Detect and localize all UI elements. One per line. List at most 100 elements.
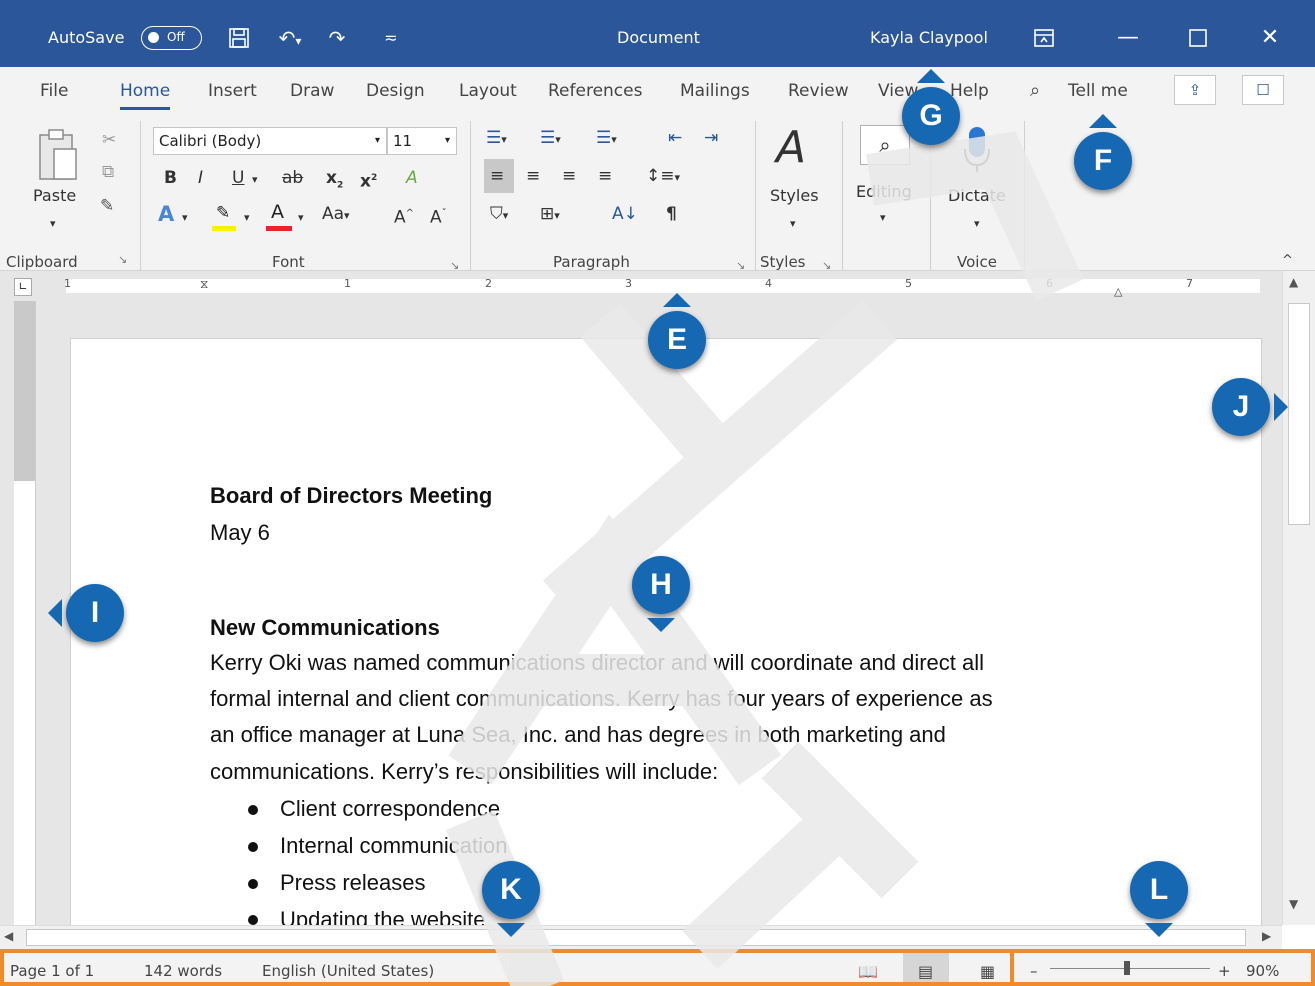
zoom-in-icon[interactable]: + (1218, 962, 1231, 980)
multilevel-list-icon[interactable]: ☰▾ (596, 127, 617, 151)
text-effects-dropdown-icon[interactable]: ▾ (182, 207, 188, 229)
redo-icon[interactable]: ↷ (322, 24, 352, 52)
scroll-right-icon[interactable]: ▶ (1262, 929, 1271, 943)
subscript-icon[interactable]: x2 (326, 167, 343, 196)
dictate-dropdown-icon[interactable]: ▾ (974, 213, 980, 235)
font-color-icon[interactable]: A (266, 201, 292, 231)
scroll-up-icon[interactable]: ▲ (1289, 275, 1298, 289)
doc-paragraph-line[interactable]: an office manager at Luna Sea, Inc. and … (210, 722, 946, 748)
doc-bullet-item[interactable]: Client correspondence (280, 796, 500, 822)
increase-indent-icon[interactable]: ⇥ (704, 127, 718, 149)
comments-icon[interactable]: ☐ (1242, 75, 1284, 105)
microphone-icon[interactable] (962, 125, 992, 175)
autosave-toggle[interactable]: Off (141, 26, 202, 50)
find-icon[interactable]: ⌕ (860, 125, 910, 165)
zoom-slider-thumb[interactable] (1124, 961, 1130, 975)
doc-bullet-item[interactable]: Internal communication (280, 833, 507, 859)
indent-marker-icon[interactable]: ⧖ (200, 277, 208, 292)
tab-references[interactable]: References (548, 80, 642, 102)
tab-insert[interactable]: Insert (208, 80, 257, 102)
word-count[interactable]: 142 words (144, 962, 222, 980)
vertical-ruler[interactable] (14, 301, 36, 925)
font-color-dropdown-icon[interactable]: ▾ (298, 207, 304, 229)
doc-paragraph-line[interactable]: Kerry Oki was named communications direc… (210, 650, 984, 676)
clipboard-dialog-launcher-icon[interactable]: ↘ (118, 253, 127, 266)
tab-help[interactable]: Help (950, 80, 989, 102)
font-size-box[interactable]: 11 ▾ (387, 127, 457, 155)
align-center-icon[interactable]: ≡ (526, 165, 540, 187)
borders-icon[interactable]: ⊞▾ (540, 203, 560, 227)
paste-label[interactable]: Paste (33, 185, 76, 207)
doc-date[interactable]: May 6 (210, 520, 270, 546)
editing-dropdown-icon[interactable]: ▾ (880, 207, 886, 229)
close-icon[interactable]: ✕ (1246, 20, 1294, 56)
tab-home[interactable]: Home (120, 80, 171, 110)
styles-label[interactable]: Styles (770, 185, 819, 207)
italic-icon[interactable]: I (198, 167, 203, 189)
strikethrough-icon[interactable]: ab (282, 167, 303, 189)
ribbon-display-icon[interactable] (1020, 20, 1068, 56)
search-icon[interactable]: ⌕ (1030, 80, 1040, 102)
customize-toolbar-icon[interactable]: ≂ (376, 24, 406, 52)
tell-me-box[interactable]: Tell me (1068, 80, 1128, 102)
horizontal-ruler[interactable]: ∟ 1 1 2 3 4 5 6 7 ⧖ △ (0, 271, 1315, 301)
scroll-down-icon[interactable]: ▼ (1289, 897, 1298, 911)
language[interactable]: English (United States) (262, 962, 434, 980)
decrease-indent-icon[interactable]: ⇤ (668, 127, 682, 149)
bold-icon[interactable]: B (164, 167, 177, 189)
right-indent-marker-icon[interactable]: △ (1114, 285, 1122, 298)
zoom-slider-track[interactable] (1050, 968, 1210, 969)
zoom-out-icon[interactable]: – (1030, 962, 1038, 980)
show-formatting-icon[interactable]: ¶ (666, 203, 677, 225)
clear-formatting-icon[interactable]: A (406, 167, 418, 189)
copy-icon[interactable]: ⧉ (102, 161, 114, 183)
text-effects-icon[interactable]: A (158, 203, 174, 225)
scroll-thumb[interactable] (1288, 303, 1310, 525)
grow-font-icon[interactable]: A^ (394, 203, 414, 229)
cut-icon[interactable]: ✂ (102, 129, 116, 151)
tab-mailings[interactable]: Mailings (680, 80, 750, 102)
chevron-down-icon[interactable]: ▾ (445, 128, 450, 154)
numbering-icon[interactable]: ☰▾ (540, 127, 561, 151)
align-right-icon[interactable]: ≡ (562, 165, 576, 187)
align-left-icon[interactable]: ≡ (490, 165, 504, 187)
collapse-ribbon-icon[interactable]: ^ (1282, 253, 1293, 268)
tab-review[interactable]: Review (788, 80, 849, 102)
user-name[interactable]: Kayla Claypool (870, 28, 988, 48)
paste-icon[interactable] (36, 127, 80, 183)
underline-dropdown-icon[interactable]: ▾ (252, 169, 258, 191)
font-name-box[interactable]: Calibri (Body) ▾ (153, 127, 387, 155)
scroll-thumb-horizontal[interactable] (26, 929, 1246, 946)
superscript-icon[interactable]: x2 (360, 167, 377, 193)
doc-paragraph-line[interactable]: communications. Kerry’s responsibilities… (210, 759, 718, 785)
editing-label[interactable]: Editing (856, 181, 912, 203)
highlight-icon[interactable]: ✎ (212, 203, 238, 231)
maximize-icon[interactable] (1174, 20, 1222, 56)
highlight-dropdown-icon[interactable]: ▾ (244, 207, 250, 229)
minimize-icon[interactable]: — (1104, 20, 1152, 56)
share-icon[interactable]: ⇪ (1174, 75, 1216, 105)
save-icon[interactable] (224, 24, 254, 52)
line-spacing-icon[interactable]: ↕≡▾ (646, 165, 680, 189)
bullets-icon[interactable]: ☰▾ (486, 127, 507, 151)
horizontal-scrollbar[interactable]: ◀ ▶ (0, 925, 1282, 949)
page-count[interactable]: Page 1 of 1 (10, 962, 94, 980)
change-case-icon[interactable]: Aa▾ (322, 203, 350, 227)
shading-icon[interactable]: ⛉▾ (490, 203, 508, 227)
tab-design[interactable]: Design (366, 80, 425, 102)
paste-dropdown-icon[interactable]: ▾ (50, 213, 56, 235)
format-painter-icon[interactable]: ✎ (100, 195, 114, 217)
read-mode-icon[interactable]: 📖 (858, 962, 878, 981)
doc-bullet-item[interactable]: Press releases (280, 870, 426, 896)
shrink-font-icon[interactable]: Aˇ (430, 203, 447, 229)
sort-icon[interactable]: A↓ (612, 203, 638, 225)
tab-draw[interactable]: Draw (290, 80, 334, 102)
undo-icon[interactable]: ↶▾ (268, 24, 312, 52)
vertical-scrollbar[interactable]: ▲ ▼ (1282, 271, 1315, 925)
tab-file[interactable]: File (40, 80, 68, 102)
dictate-label[interactable]: Dictate (948, 185, 1006, 207)
justify-icon[interactable]: ≡ (598, 165, 612, 187)
scroll-left-icon[interactable]: ◀ (4, 929, 13, 943)
doc-bullet-item[interactable]: Updating the website (280, 907, 485, 925)
web-layout-icon[interactable]: ▦ (980, 962, 995, 981)
